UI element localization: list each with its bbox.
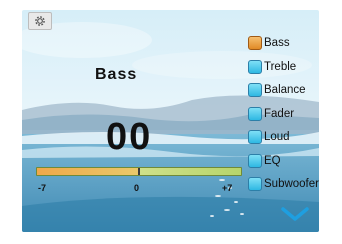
- checkbox-icon: [248, 59, 262, 74]
- gear-icon: [35, 16, 45, 26]
- slider-negative-range: [37, 168, 139, 175]
- level-slider[interactable]: [36, 167, 242, 176]
- slider-positive-range: [139, 168, 241, 175]
- menu-item-loud[interactable]: Loud: [248, 128, 290, 146]
- menu-item-eq[interactable]: EQ: [248, 152, 281, 170]
- checkbox-icon: [248, 106, 262, 121]
- slider-mid-label: 0: [134, 183, 140, 193]
- slider-thumb[interactable]: [138, 168, 140, 175]
- checkbox-icon: [248, 177, 262, 191]
- settings-button[interactable]: [28, 12, 52, 30]
- menu-item-fader[interactable]: Fader: [248, 105, 294, 123]
- menu-item-label: Treble: [264, 60, 297, 73]
- menu-item-label: EQ: [264, 154, 281, 167]
- checkbox-icon: [248, 83, 262, 97]
- slider-max-label: +7: [222, 183, 233, 193]
- checkbox-icon: [248, 130, 262, 144]
- checkbox-icon: [248, 36, 262, 50]
- current-setting-title: Bass: [95, 66, 138, 83]
- menu-item-label: Subwoofer: [264, 178, 319, 190]
- menu-item-bass[interactable]: Bass: [248, 34, 290, 52]
- slider-min-label: -7: [38, 183, 47, 193]
- menu-item-subwoofer[interactable]: Subwoofer: [248, 175, 319, 193]
- menu-item-label: Bass: [264, 37, 290, 49]
- checkbox-icon: [248, 153, 262, 168]
- menu-item-label: Fader: [264, 107, 295, 120]
- menu-item-label: Balance: [264, 84, 306, 96]
- chevron-down-icon[interactable]: [280, 206, 310, 222]
- current-setting-value: 00: [106, 116, 153, 158]
- menu-item-label: Loud: [264, 131, 290, 143]
- menu-item-balance[interactable]: Balance: [248, 81, 306, 99]
- audio-settings-screen: Bass 00 -7 0 +7 Bass Treble Balance Fade…: [22, 10, 319, 232]
- menu-item-treble[interactable]: Treble: [248, 58, 296, 76]
